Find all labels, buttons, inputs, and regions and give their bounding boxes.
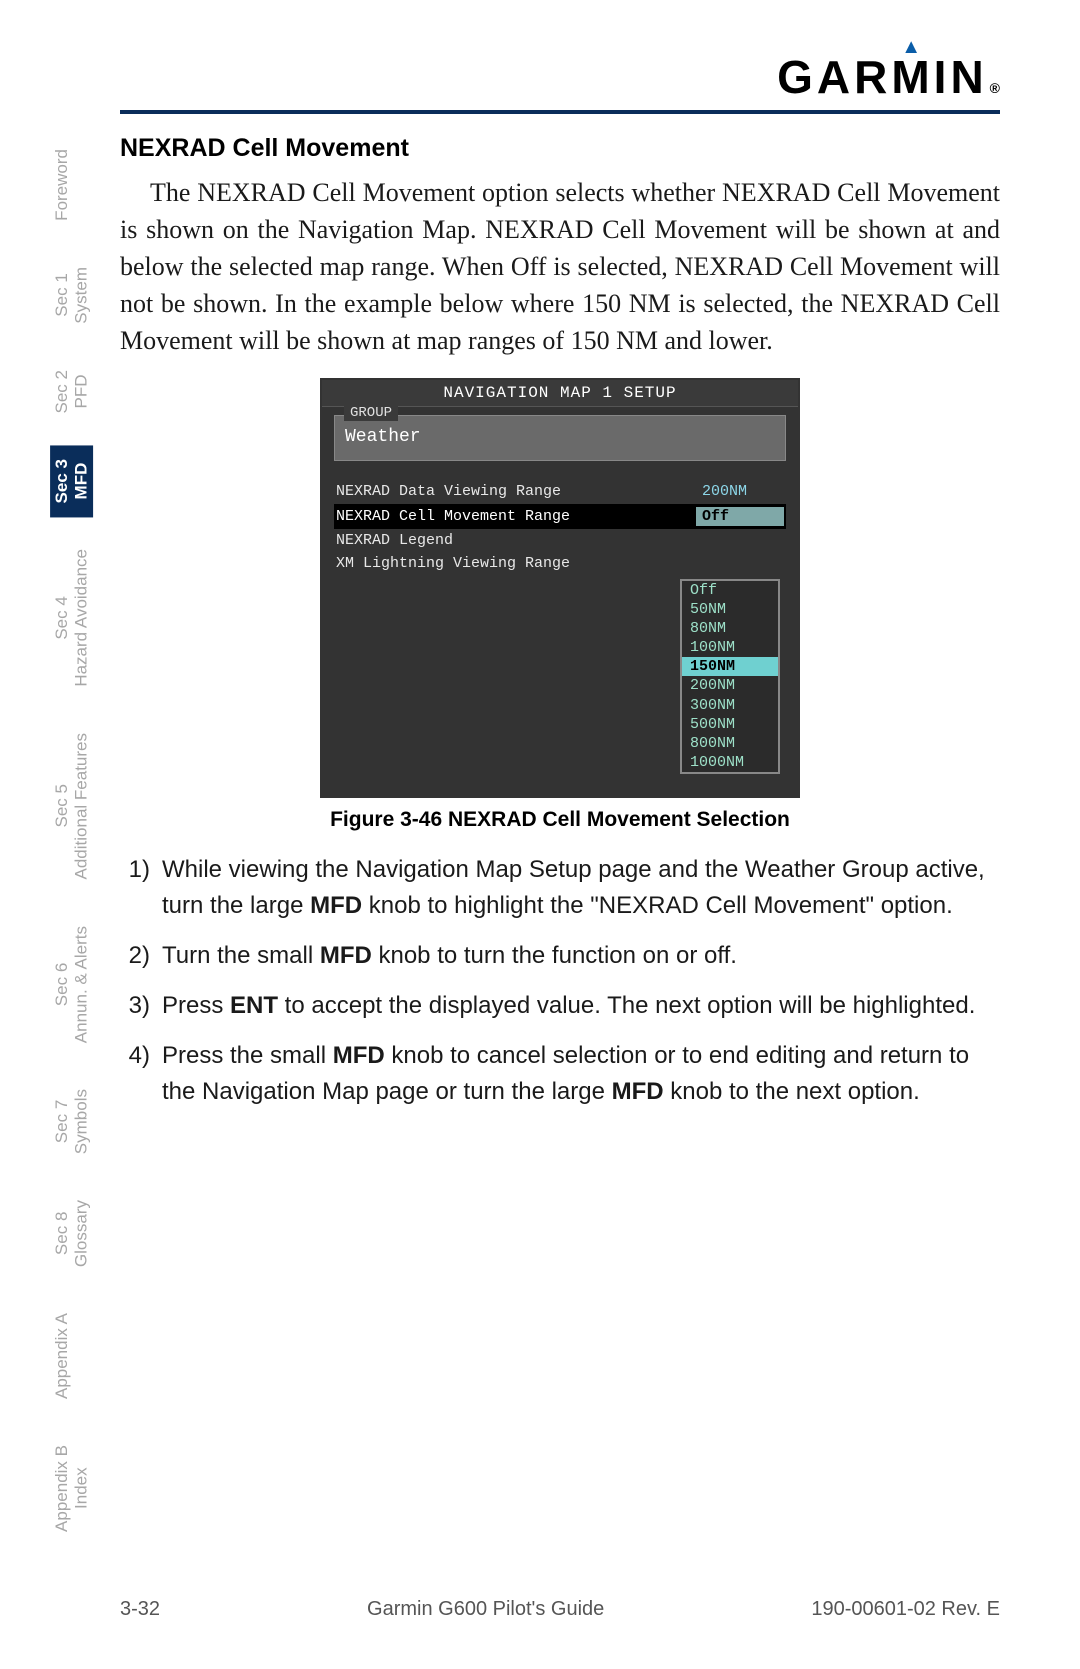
screenshot-title: NAVIGATION MAP 1 SETUP	[322, 380, 798, 407]
step-number: 3)	[120, 988, 162, 1024]
device-screenshot: NAVIGATION MAP 1 SETUP GROUP Weather NEX…	[320, 378, 800, 799]
tab-appendix-b[interactable]: Appendix BIndex	[50, 1431, 93, 1546]
tab-hazard[interactable]: Sec 4Hazard Avoidance	[50, 535, 93, 701]
row-value: Off	[696, 507, 784, 526]
tab-mfd[interactable]: Sec 3MFD	[50, 445, 93, 517]
row-label: NEXRAD Data Viewing Range	[336, 483, 696, 500]
dropdown-item: 300NM	[682, 696, 778, 715]
row-label: XM Lightning Viewing Range	[336, 555, 696, 572]
tab-glossary[interactable]: Sec 8Glossary	[50, 1186, 93, 1281]
tab-pfd[interactable]: Sec 2PFD	[50, 356, 93, 427]
step-text: While viewing the Navigation Map Setup p…	[162, 852, 1000, 924]
group-value: Weather	[334, 415, 786, 461]
step-text: Turn the small MFD knob to turn the func…	[162, 938, 1000, 974]
tab-additional[interactable]: Sec 5Additional Features	[50, 719, 93, 893]
dropdown-item: 80NM	[682, 619, 778, 638]
row-label: NEXRAD Legend	[336, 532, 696, 549]
garmin-delta-icon: ▲	[901, 36, 925, 59]
page-number: 3-32	[120, 1598, 160, 1621]
dropdown-item: 200NM	[682, 676, 778, 695]
option-row: XM Lightning Viewing Range	[334, 552, 786, 575]
dropdown-item: 800NM	[682, 734, 778, 753]
group-label: GROUP	[344, 405, 398, 421]
footer-title: Garmin G600 Pilot's Guide	[367, 1598, 604, 1621]
step: 3) Press ENT to accept the displayed val…	[120, 988, 1000, 1024]
section-title: NEXRAD Cell Movement	[120, 134, 1000, 163]
dropdown-item: 100NM	[682, 638, 778, 657]
registered-mark: ®	[990, 80, 1000, 96]
dropdown-item: 500NM	[682, 715, 778, 734]
step: 2) Turn the small MFD knob to turn the f…	[120, 938, 1000, 974]
option-row: NEXRAD Data Viewing Range 200NM	[334, 479, 786, 504]
option-row: NEXRAD Legend	[334, 529, 786, 552]
figure-caption: Figure 3-46 NEXRAD Cell Movement Selecti…	[120, 808, 1000, 832]
dropdown-item: 1000NM	[682, 753, 778, 772]
row-label: NEXRAD Cell Movement Range	[336, 508, 696, 525]
figure: NAVIGATION MAP 1 SETUP GROUP Weather NEX…	[120, 378, 1000, 833]
row-value	[696, 562, 784, 564]
dropdown-item: 50NM	[682, 600, 778, 619]
step-number: 4)	[120, 1038, 162, 1110]
tab-system[interactable]: Sec 1System	[50, 253, 93, 338]
garmin-logo: ▲ GARMIN®	[777, 50, 1000, 104]
step: 1) While viewing the Navigation Map Setu…	[120, 852, 1000, 924]
step-number: 2)	[120, 938, 162, 974]
step-number: 1)	[120, 852, 162, 924]
row-value	[696, 539, 784, 541]
page-footer: 3-32 Garmin G600 Pilot's Guide 190-00601…	[120, 1598, 1000, 1621]
side-tabs: Foreword Sec 1System Sec 2PFD Sec 3MFD S…	[50, 135, 90, 1564]
step: 4) Press the small MFD knob to cancel se…	[120, 1038, 1000, 1110]
brand-text: GARMIN	[777, 50, 988, 104]
tab-symbols[interactable]: Sec 7Symbols	[50, 1075, 93, 1168]
tab-appendix-a[interactable]: Appendix A	[50, 1299, 74, 1413]
footer-doc: 190-00601-02 Rev. E	[811, 1598, 1000, 1621]
procedure-steps: 1) While viewing the Navigation Map Setu…	[120, 852, 1000, 1110]
tab-foreword[interactable]: Foreword	[50, 135, 74, 235]
tab-annun[interactable]: Sec 6Annun. & Alerts	[50, 912, 93, 1057]
range-dropdown: Off 50NM 80NM 100NM 150NM 200NM 300NM 50…	[680, 579, 780, 775]
body-paragraph: The NEXRAD Cell Movement option selects …	[120, 175, 1000, 360]
page-header: ▲ GARMIN®	[120, 50, 1000, 114]
option-row-selected: NEXRAD Cell Movement Range Off	[334, 504, 786, 529]
group-box: GROUP Weather	[334, 415, 786, 461]
row-value: 200NM	[696, 482, 784, 501]
dropdown-item: Off	[682, 581, 778, 600]
step-text: Press the small MFD knob to cancel selec…	[162, 1038, 1000, 1110]
step-text: Press ENT to accept the displayed value.…	[162, 988, 1000, 1024]
dropdown-item-selected: 150NM	[682, 657, 778, 676]
screenshot-body: NEXRAD Data Viewing Range 200NM NEXRAD C…	[322, 475, 798, 797]
